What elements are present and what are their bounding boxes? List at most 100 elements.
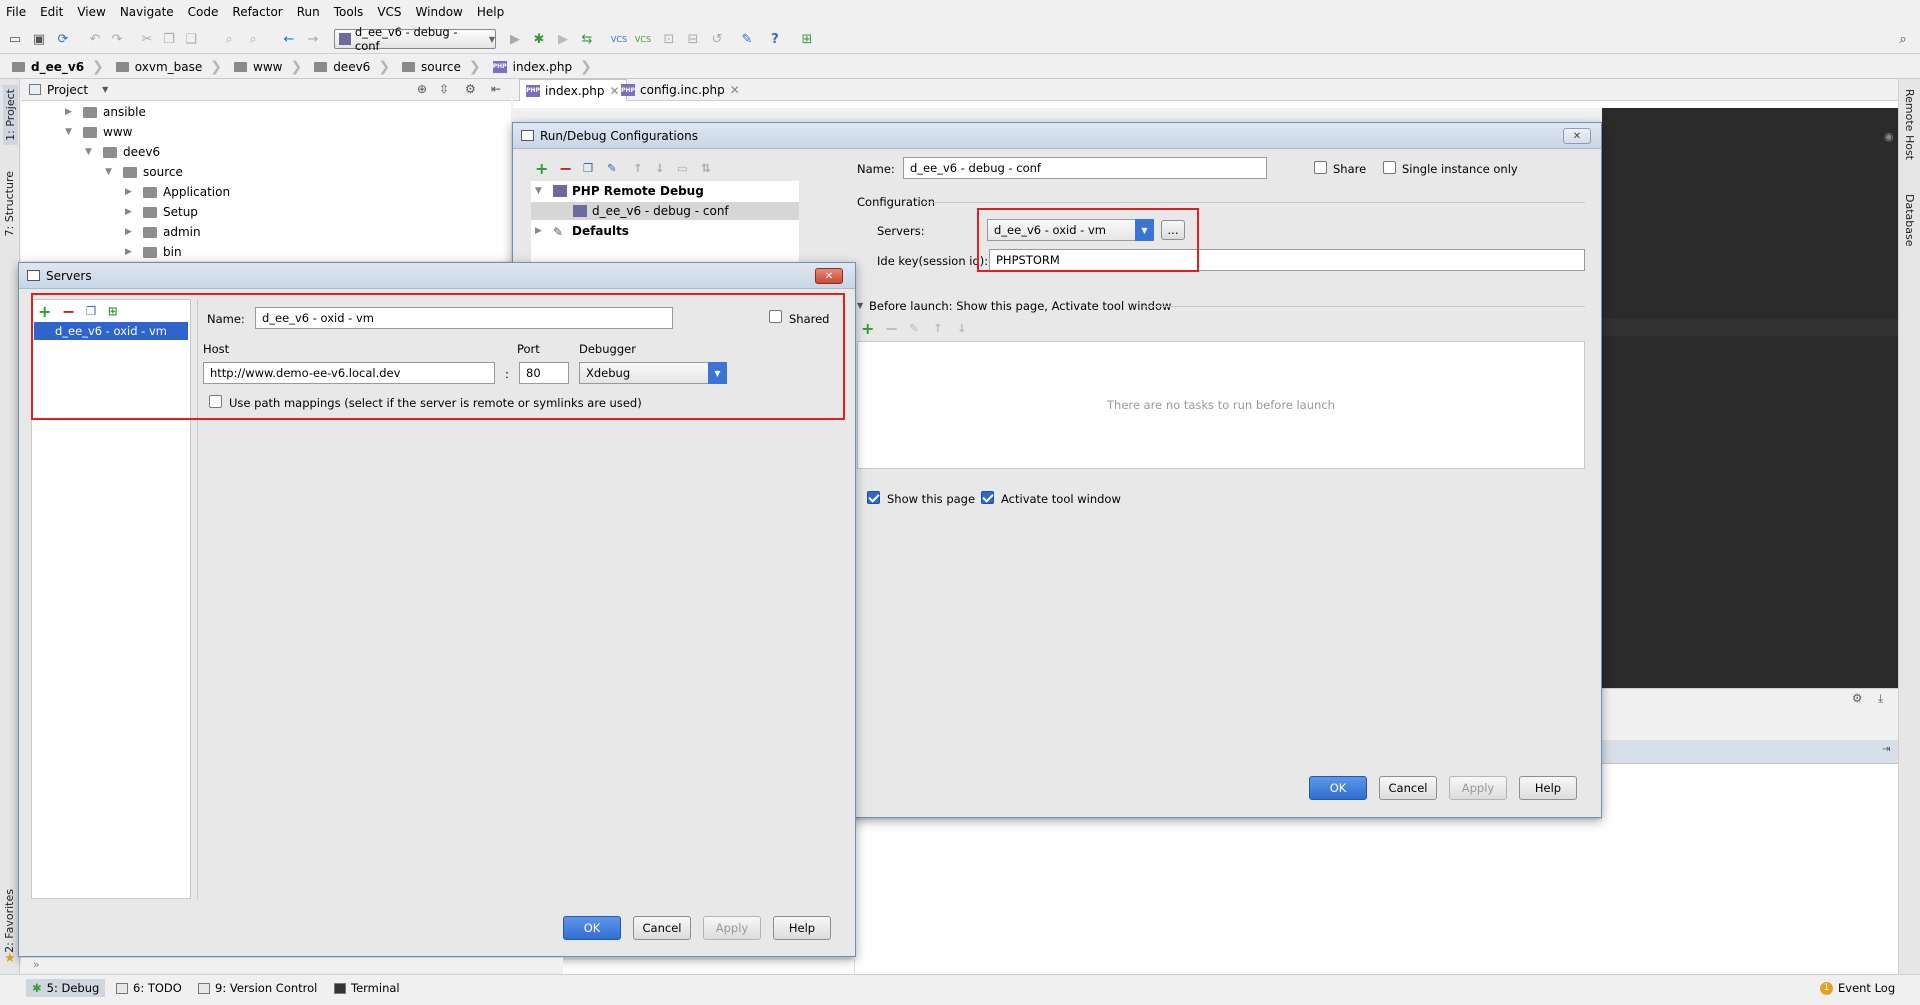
chevron-down-icon[interactable]: ▼ xyxy=(105,167,117,177)
tree-node[interactable]: ▼ deev6 xyxy=(85,143,160,161)
code-editor[interactable] xyxy=(1602,108,1898,688)
tool-structure[interactable]: 7: Structure xyxy=(3,171,16,236)
expand-icon[interactable]: » xyxy=(33,958,40,971)
cut-icon[interactable]: ✂ xyxy=(138,30,156,48)
remove-icon[interactable]: − xyxy=(559,159,572,178)
remove-task-icon[interactable]: − xyxy=(885,319,898,338)
expand-icon[interactable]: ⇥ xyxy=(1882,744,1890,755)
chevron-down-icon[interactable]: ▼ xyxy=(65,127,77,137)
settings-icon[interactable]: ✎ xyxy=(738,30,756,48)
listen-debug-icon[interactable]: ⇆ xyxy=(578,30,596,48)
tree-node[interactable]: ▶ ansible xyxy=(65,103,146,121)
apply-button[interactable]: Apply xyxy=(703,916,761,940)
menu-tools[interactable]: Tools xyxy=(334,5,364,19)
tree-item-selected[interactable]: d_ee_v6 - debug - conf xyxy=(531,202,799,220)
chevron-right-icon[interactable]: ▶ xyxy=(125,247,137,257)
menu-window[interactable]: Window xyxy=(416,5,463,19)
breadcrumb-item[interactable]: www ❯ xyxy=(230,57,310,77)
add-icon[interactable]: + xyxy=(535,159,548,178)
close-button[interactable]: ✕ xyxy=(815,268,843,284)
tool-todo[interactable]: 6: TODO xyxy=(116,981,182,995)
copy-icon[interactable]: ❐ xyxy=(583,161,593,175)
ok-button[interactable]: OK xyxy=(1309,776,1367,800)
close-icon[interactable]: ✕ xyxy=(730,83,740,97)
move-up-icon[interactable]: ↑ xyxy=(633,161,643,175)
tool-version-control[interactable]: 9: Version Control xyxy=(198,981,317,995)
gear-icon[interactable]: ⚙ xyxy=(1852,691,1862,705)
apply-button[interactable]: Apply xyxy=(1449,776,1507,800)
tab-index-php[interactable]: PHP index.php ✕ xyxy=(519,79,627,101)
chevron-right-icon[interactable]: ▶ xyxy=(535,226,547,236)
copy-icon[interactable]: ❐ xyxy=(160,30,178,48)
edit-task-icon[interactable]: ✎ xyxy=(909,321,919,335)
debug-icon[interactable]: ✱ xyxy=(530,30,548,48)
menu-help[interactable]: Help xyxy=(477,5,504,19)
menu-run[interactable]: Run xyxy=(297,5,320,19)
move-down-icon[interactable]: ↓ xyxy=(957,321,967,335)
project-panel-title[interactable]: Project xyxy=(47,83,88,97)
cancel-button[interactable]: Cancel xyxy=(633,916,691,940)
tool-database[interactable]: Database xyxy=(1903,194,1916,247)
config-name-input[interactable]: d_ee_v6 - debug - conf xyxy=(903,157,1267,179)
menu-vcs[interactable]: VCS xyxy=(377,5,401,19)
tab-config-inc-php[interactable]: PHP config.inc.php ✕ xyxy=(615,79,746,101)
tree-node[interactable]: ▼ www xyxy=(65,123,132,141)
vcs-commit-icon[interactable]: VCS xyxy=(634,30,652,48)
tool-remote-host[interactable]: Remote Host xyxy=(1903,89,1916,160)
chevron-right-icon[interactable]: ▶ xyxy=(125,207,137,217)
search-icon[interactable]: ⌕ xyxy=(1894,30,1912,48)
replace-icon[interactable]: ⌕ xyxy=(244,30,262,48)
gear-icon[interactable]: ⚙ xyxy=(465,82,476,96)
back-icon[interactable]: ← xyxy=(280,30,298,48)
tool-project[interactable]: 1: Project xyxy=(3,85,18,145)
add-task-icon[interactable]: + xyxy=(861,319,874,338)
chevron-right-icon[interactable]: ▶ xyxy=(125,227,137,237)
tool-favorites[interactable]: 2: Favorites xyxy=(3,889,16,953)
edit-defaults-icon[interactable]: ✎ xyxy=(607,161,617,175)
tree-node[interactable]: ▶ Application xyxy=(125,183,230,201)
eye-icon[interactable]: ◉ xyxy=(1884,130,1894,143)
coverage-icon[interactable]: ▶ xyxy=(554,30,572,48)
find-icon[interactable]: ⌕ xyxy=(220,30,238,48)
ok-button[interactable]: OK xyxy=(563,916,621,940)
tree-group-php-remote-debug[interactable]: ▼ PHP Remote Debug xyxy=(535,182,704,200)
tool-terminal[interactable]: Terminal xyxy=(334,981,400,995)
folder-icon[interactable]: ▭ xyxy=(677,161,688,175)
tool-event-log[interactable]: 1 Event Log xyxy=(1820,981,1895,995)
run-icon[interactable]: ▶ xyxy=(506,30,524,48)
save-icon[interactable]: ▣ xyxy=(30,30,48,48)
activate-tool-window-checkbox[interactable] xyxy=(981,491,994,504)
collapse-icon[interactable]: ⇳ xyxy=(439,82,449,96)
revert-icon[interactable]: ↺ xyxy=(708,30,726,48)
menu-navigate[interactable]: Navigate xyxy=(120,5,174,19)
undo-icon[interactable]: ↶ xyxy=(86,30,104,48)
open-folder-icon[interactable]: ▭ xyxy=(6,30,24,48)
hide-icon[interactable]: ⤓ xyxy=(1878,691,1883,706)
move-down-icon[interactable]: ↓ xyxy=(655,161,665,175)
tree-node[interactable]: ▶ Setup xyxy=(125,203,198,221)
tree-node[interactable]: ▼ source xyxy=(105,163,183,181)
paste-icon[interactable]: ❏ xyxy=(182,30,200,48)
chevron-right-icon[interactable]: ▶ xyxy=(65,107,77,117)
forward-icon[interactable]: → xyxy=(304,30,322,48)
chevron-down-icon[interactable]: ▼ xyxy=(85,147,97,157)
run-config-selector[interactable]: d_ee_v6 - debug - conf ▼ xyxy=(334,25,496,53)
help-button[interactable]: Help xyxy=(1519,776,1577,800)
tool-debug[interactable]: ✱ 5: Debug xyxy=(26,979,106,997)
breadcrumb-item[interactable]: PHP index.php ❯ xyxy=(489,57,600,77)
menu-edit[interactable]: Edit xyxy=(40,5,63,19)
sort-icon[interactable]: ⇅ xyxy=(701,161,711,175)
chevron-down-icon[interactable]: ▼ xyxy=(535,186,547,196)
help-icon[interactable]: ? xyxy=(766,30,784,48)
share-checkbox[interactable] xyxy=(1314,161,1327,174)
menu-view[interactable]: View xyxy=(77,5,105,19)
sync-icon[interactable]: ⟳ xyxy=(54,30,72,48)
chevron-down-icon[interactable]: ▼ xyxy=(857,301,863,310)
breadcrumb-item[interactable]: d_ee_v6 ❯ xyxy=(8,57,112,77)
plugin-icon[interactable]: ⊞ xyxy=(798,30,816,48)
cancel-button[interactable]: Cancel xyxy=(1379,776,1437,800)
single-instance-checkbox[interactable] xyxy=(1383,161,1396,174)
tree-group-defaults[interactable]: ▶ ✎ Defaults xyxy=(535,222,629,240)
show-page-checkbox[interactable] xyxy=(867,491,880,504)
move-up-icon[interactable]: ↑ xyxy=(933,321,943,335)
